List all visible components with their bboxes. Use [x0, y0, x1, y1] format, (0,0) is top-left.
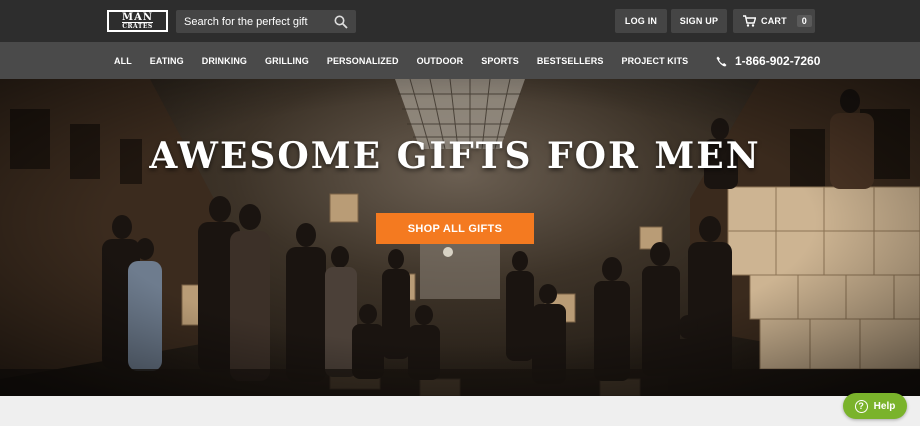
nav-list: ALL EATING DRINKING GRILLING PERSONALIZE…	[114, 42, 706, 79]
search-input[interactable]	[176, 10, 326, 33]
nav-item-project-kits[interactable]: PROJECT KITS	[621, 56, 688, 66]
search-box	[176, 10, 356, 33]
category-nav: ALL EATING DRINKING GRILLING PERSONALIZE…	[0, 42, 920, 79]
login-button[interactable]: LOG IN	[615, 9, 667, 33]
logo-line-1: MAN	[122, 11, 153, 23]
hero-title: AWESOME GIFTS FOR MEN	[149, 135, 761, 177]
nav-item-bestsellers[interactable]: BESTSELLERS	[537, 56, 604, 66]
logo-line-2: CRATES	[122, 21, 153, 30]
cart-count-badge: 0	[796, 15, 813, 27]
shop-all-gifts-button[interactable]: SHOP ALL GIFTS	[376, 213, 534, 244]
help-label: Help	[873, 400, 896, 412]
signup-button[interactable]: SIGN UP	[671, 9, 727, 33]
phone-number-link[interactable]: 1-866-902-7260	[716, 54, 820, 68]
help-button[interactable]: ? Help	[843, 393, 907, 419]
nav-item-all[interactable]: ALL	[114, 56, 132, 66]
phone-icon	[716, 56, 727, 66]
phone-number: 1-866-902-7260	[735, 54, 821, 68]
cart-label: CART	[761, 16, 787, 26]
nav-item-outdoor[interactable]: OUTDOOR	[417, 56, 464, 66]
top-bar: MAN CRATES LOG IN SIGN UP CART 0	[0, 0, 920, 42]
man-crates-logo[interactable]: MAN CRATES	[107, 10, 168, 32]
cart-button[interactable]: CART 0	[733, 9, 815, 33]
nav-item-drinking[interactable]: DRINKING	[202, 56, 247, 66]
cart-icon	[743, 15, 756, 27]
help-icon: ?	[854, 399, 868, 413]
hero-banner: AWESOME GIFTS FOR MEN SHOP ALL GIFTS	[0, 79, 920, 396]
page-content-area	[0, 396, 920, 426]
nav-item-personalized[interactable]: PERSONALIZED	[327, 56, 399, 66]
search-icon[interactable]	[334, 15, 348, 29]
nav-item-grilling[interactable]: GRILLING	[265, 56, 309, 66]
nav-item-eating[interactable]: EATING	[150, 56, 184, 66]
nav-item-sports[interactable]: SPORTS	[481, 56, 519, 66]
